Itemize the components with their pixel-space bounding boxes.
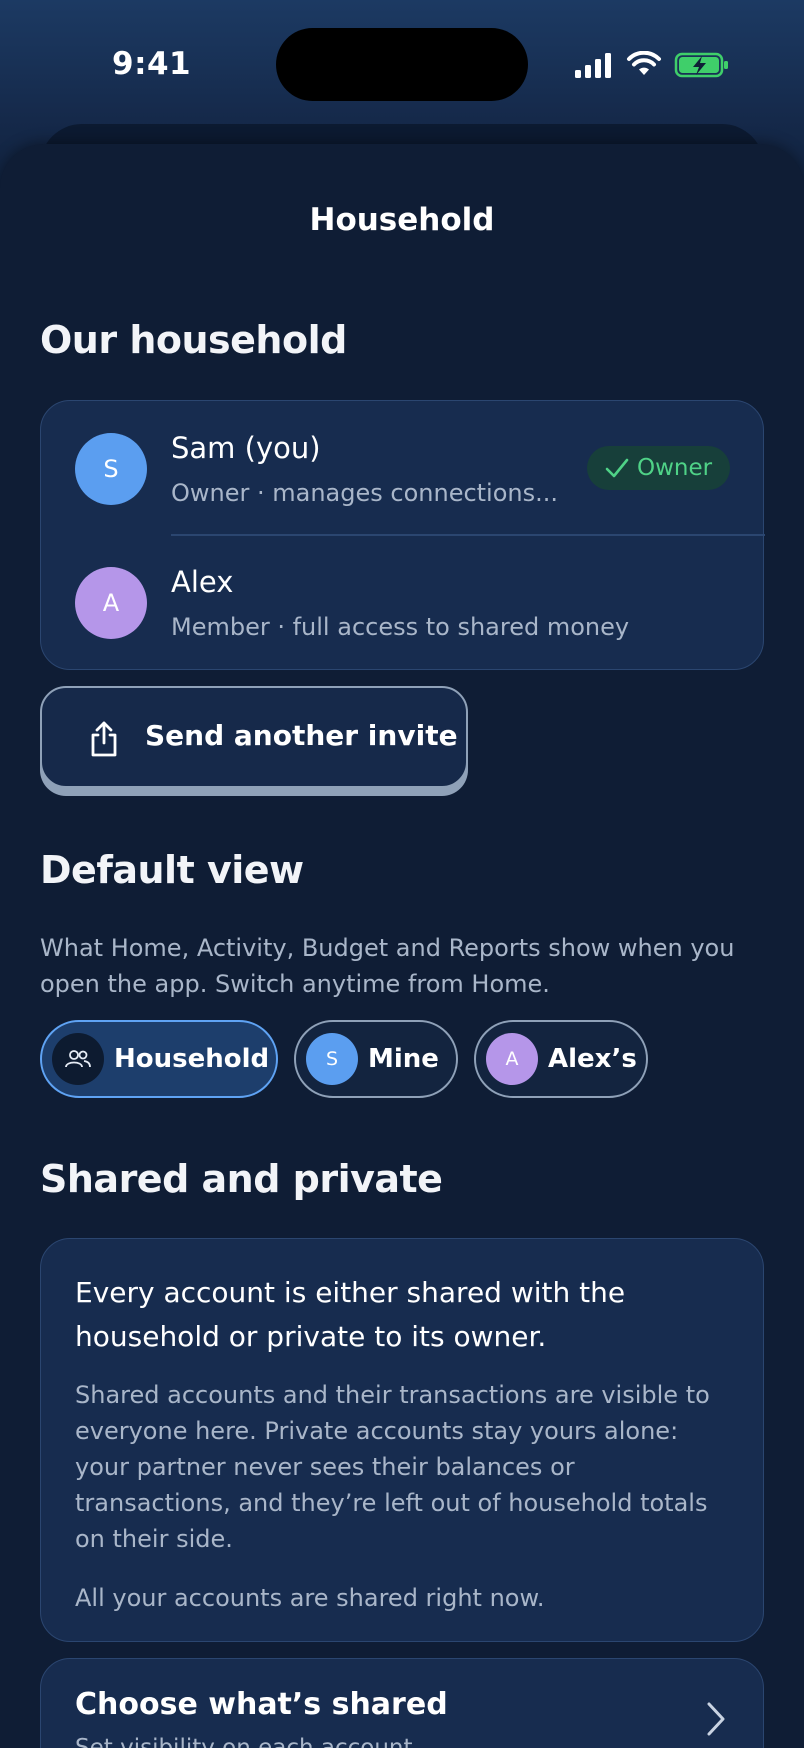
view-option-household[interactable]: Household [40, 1020, 278, 1098]
avatar: A [486, 1033, 538, 1085]
people-icon [52, 1033, 104, 1085]
choose-shared-title: Choose what’s shared [75, 1687, 448, 1722]
avatar: S [75, 433, 147, 505]
wifi-icon [627, 51, 661, 75]
signal-icon [575, 53, 611, 78]
member-name: Alex [171, 565, 234, 599]
avatar: A [75, 567, 147, 639]
our-household-heading: Our household [40, 318, 347, 362]
members-card: S Sam (you) Owner · manages connections.… [40, 400, 765, 670]
sheet-title: Household [309, 202, 495, 238]
chevron-right-icon [707, 1702, 725, 1736]
checkmark-icon [605, 458, 629, 478]
shared-info-card: Every account is either shared with the … [40, 1238, 764, 1642]
shared-info-body: Shared accounts and their transactions a… [75, 1381, 710, 1553]
view-option-alexs[interactable]: A Alex’s [474, 1020, 648, 1098]
owner-badge: Owner [587, 446, 731, 490]
member-name: Sam (you) [171, 431, 321, 465]
status-bar: 9:41 [0, 0, 804, 130]
status-icons [574, 50, 730, 80]
owner-badge-label: Owner [637, 455, 713, 481]
view-option-label: Alex’s [548, 1044, 637, 1074]
send-invite-label: Send another invite [145, 719, 458, 752]
default-view-heading: Default view [40, 848, 304, 892]
member-role: Member · full access to shared money [171, 613, 630, 641]
share-icon [91, 721, 117, 757]
status-time: 9:41 [112, 46, 192, 82]
dynamic-island [276, 28, 528, 101]
view-option-label: Household [114, 1044, 270, 1074]
shared-info-lead: Every account is either shared with the … [75, 1276, 626, 1353]
shared-info-note: All your accounts are shared right now. [75, 1584, 545, 1612]
battery-charging-icon [674, 52, 728, 78]
member-role: Owner · manages connections... [171, 479, 559, 507]
send-invite-button[interactable]: Send another invite [40, 686, 468, 788]
shared-private-heading: Shared and private [40, 1157, 443, 1201]
choose-shared-subtitle: Set visibility on each account [75, 1735, 413, 1748]
view-option-label: Mine [368, 1044, 439, 1074]
avatar: S [306, 1033, 358, 1085]
view-option-mine[interactable]: S Mine [294, 1020, 458, 1098]
member-row[interactable]: A Alex Member · full access to shared mo… [41, 535, 765, 669]
default-view-description: What Home, Activity, Budget and Reports … [40, 934, 735, 998]
member-row[interactable]: S Sam (you) Owner · manages connections.… [41, 401, 765, 536]
choose-shared-row[interactable]: Choose what’s shared Set visibility on e… [40, 1658, 764, 1748]
